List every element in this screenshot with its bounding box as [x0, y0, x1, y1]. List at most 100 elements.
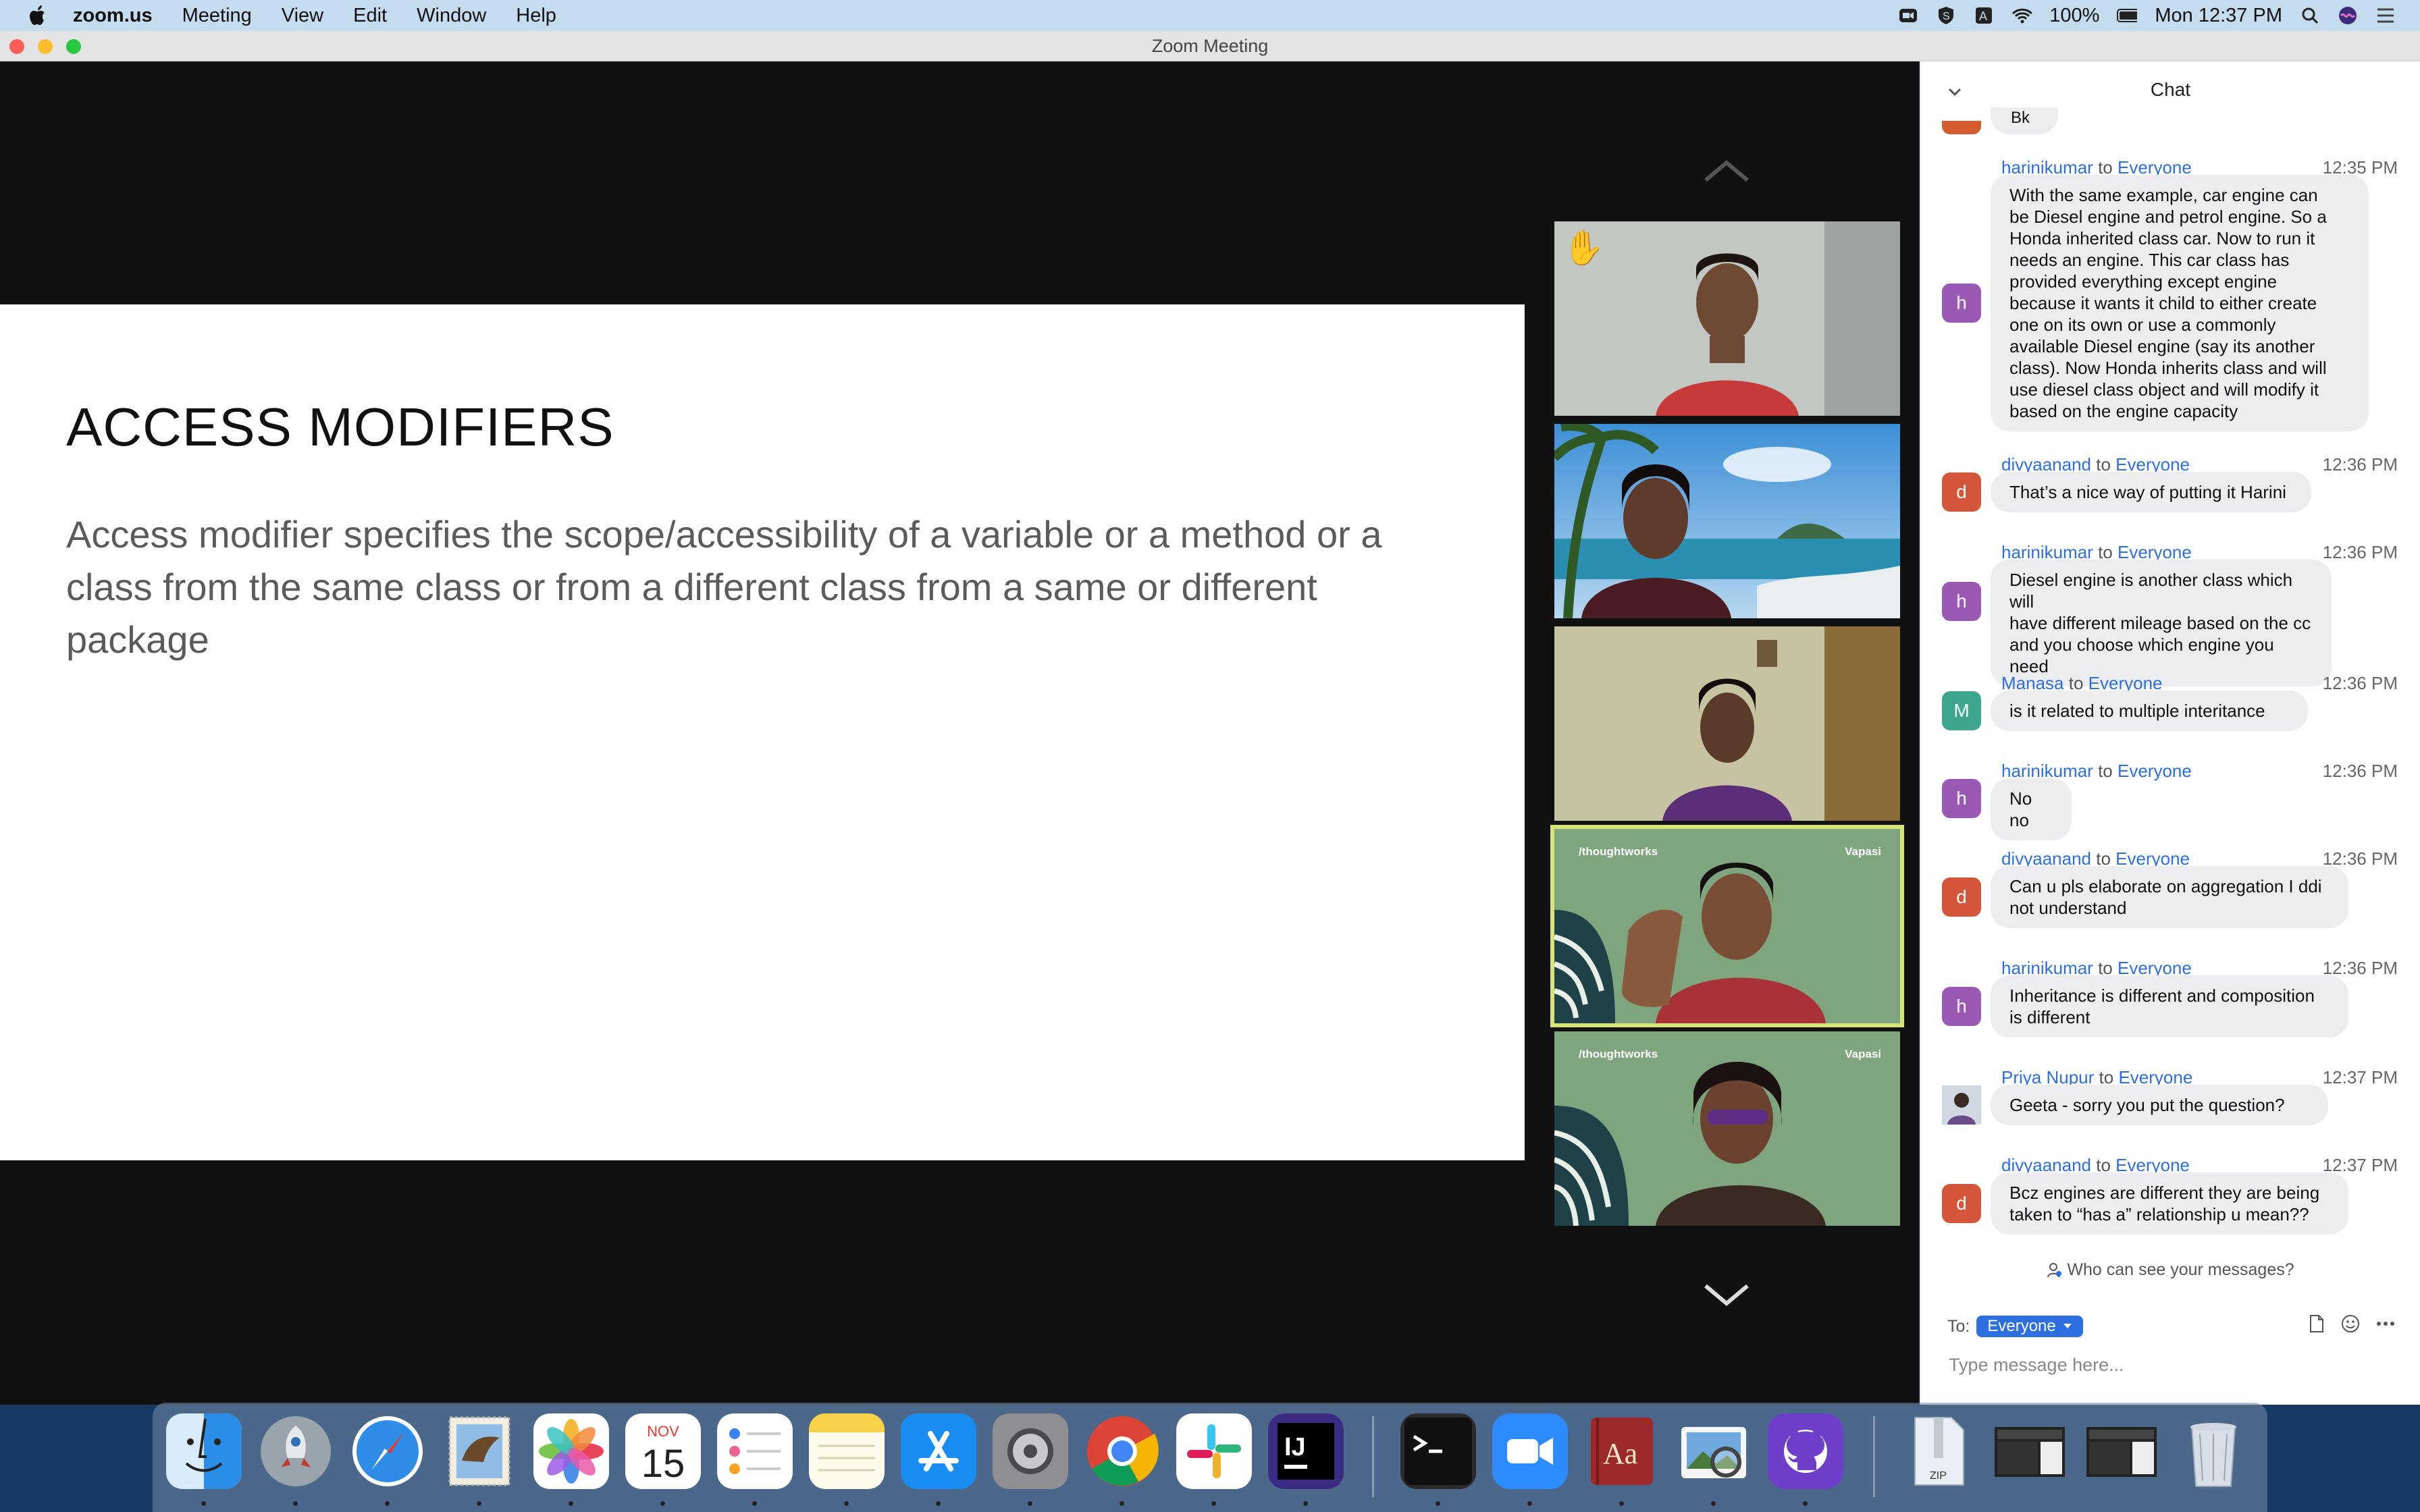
- avatar[interactable]: M: [1942, 691, 1981, 730]
- zoom-icon[interactable]: [1492, 1413, 1568, 1489]
- zoom-window-button[interactable]: [66, 39, 81, 54]
- participant-video: [1554, 626, 1900, 821]
- photos-icon[interactable]: [533, 1413, 609, 1489]
- siri-icon[interactable]: [2338, 5, 2358, 26]
- raised-hand-icon: ✋: [1562, 229, 1605, 267]
- more-options-icon[interactable]: [2376, 1320, 2395, 1327]
- window-title-bar: Zoom Meeting: [0, 31, 2420, 61]
- chat-message-bubble: No no: [1991, 778, 2072, 840]
- avatar[interactable]: d: [1942, 878, 1981, 917]
- chat-message-text-line: No no: [2009, 788, 2032, 830]
- recipient-row: To: Everyone: [1947, 1314, 2083, 1339]
- trash-icon[interactable]: [2176, 1413, 2251, 1489]
- message-timestamp: 12:36 PM: [2322, 673, 2398, 693]
- dictionary-icon[interactable]: Aa: [1584, 1413, 1660, 1489]
- who-can-see-text: Who can see your messages?: [2067, 1260, 2294, 1279]
- app-menu-zoom[interactable]: zoom.us: [73, 5, 153, 27]
- participant-video-tile[interactable]: [1554, 626, 1900, 821]
- chat-panel: Chat Bk harinikumar to Everyone 12:35 PM h…: [1920, 61, 2420, 1405]
- participant-video-tile[interactable]: ✋: [1554, 221, 1900, 416]
- terminal-icon[interactable]: [1400, 1413, 1476, 1489]
- zoom-tray-icon[interactable]: [1898, 5, 1918, 26]
- github-desktop-icon[interactable]: [1768, 1413, 1843, 1489]
- menu-view[interactable]: View: [282, 5, 323, 27]
- wifi-icon[interactable]: [2011, 5, 2032, 26]
- menu-meeting[interactable]: Meeting: [182, 5, 252, 27]
- avatar[interactable]: d: [1942, 1184, 1981, 1223]
- system-preferences-icon[interactable]: [993, 1413, 1068, 1489]
- mail-stamp-icon[interactable]: [442, 1413, 517, 1489]
- notes-icon[interactable]: [809, 1413, 885, 1489]
- finder-icon[interactable]: [166, 1413, 242, 1489]
- notification-center-icon[interactable]: [2375, 5, 2396, 26]
- avatar[interactable]: [1942, 1085, 1981, 1125]
- avatar[interactable]: d: [1942, 473, 1981, 512]
- chat-message-text-line: Geeta - sorry you put the question?: [2009, 1095, 2285, 1115]
- menu-help[interactable]: Help: [516, 5, 556, 27]
- spotlight-search-icon[interactable]: [2300, 5, 2320, 26]
- brand-watermark: Vapasi: [1845, 845, 1881, 858]
- brand-watermark: /thoughtworks: [1579, 845, 1658, 858]
- who-can-see-messages-link[interactable]: Who can see your messages?: [1920, 1260, 2420, 1280]
- running-indicator: [844, 1501, 849, 1506]
- menubar-clock[interactable]: Mon 12:37 PM: [2155, 5, 2282, 27]
- shared-screen-area[interactable]: ACCESS MODIFIERS Access modifier specifi…: [0, 61, 1919, 1405]
- chat-message-bubble: Can u pls elaborate on aggregation I ddi…: [1991, 866, 2348, 928]
- slack-icon[interactable]: [1176, 1413, 1252, 1489]
- chat-message-bubble: is it related to multiple interitance: [1991, 691, 2308, 731]
- calendar-day: 15: [641, 1442, 685, 1486]
- avatar[interactable]: h: [1942, 987, 1981, 1026]
- recipient-name[interactable]: Everyone: [2118, 761, 2192, 781]
- avatar[interactable]: h: [1942, 284, 1981, 323]
- minimize-window-button[interactable]: [38, 39, 53, 54]
- chat-message-text-line: because it wants it child to either crea…: [2009, 293, 2317, 313]
- safari-icon[interactable]: [350, 1413, 425, 1489]
- running-indicator: [660, 1501, 665, 1506]
- chat-message-text-line: taken to “has a” relationship u mean??: [2009, 1204, 2309, 1224]
- reminders-icon[interactable]: [717, 1413, 793, 1489]
- input-source-icon[interactable]: A: [1974, 5, 1994, 26]
- gallery-scroll-up-icon[interactable]: [1703, 157, 1750, 184]
- menu-edit[interactable]: Edit: [353, 5, 387, 27]
- menu-window[interactable]: Window: [417, 5, 486, 27]
- archive-label: ZIP: [1930, 1470, 1947, 1482]
- app-store-icon[interactable]: [901, 1413, 976, 1489]
- chat-title: Chat: [2150, 79, 2191, 100]
- avatar[interactable]: h: [1942, 582, 1981, 621]
- archive-icon[interactable]: ZIP: [1900, 1413, 1976, 1489]
- chat-message-bubble: Geeta - sorry you put the question?: [1991, 1085, 2328, 1125]
- message-timestamp: 12:36 PM: [2322, 542, 2398, 562]
- launchpad-icon[interactable]: [258, 1413, 334, 1489]
- chat-message-text-line: provided everything except engine: [2009, 271, 2278, 292]
- emoji-icon[interactable]: [2341, 1314, 2360, 1333]
- participant-video-tile[interactable]: /thoughtworks Vapasi: [1554, 1031, 1900, 1226]
- active-speaker-video-tile[interactable]: /thoughtworks Vapasi: [1550, 825, 1904, 1027]
- chat-message-text: Bk: [2011, 109, 2030, 127]
- to-label: To:: [1947, 1316, 1970, 1336]
- window-thumbnail-icon[interactable]: [2084, 1413, 2159, 1489]
- shield-s-icon[interactable]: S: [1936, 5, 1956, 26]
- intellij-icon[interactable]: IJ: [1268, 1413, 1344, 1489]
- gallery-scroll-down-icon[interactable]: [1703, 1282, 1750, 1309]
- file-icon[interactable]: [2309, 1314, 2325, 1333]
- message-input[interactable]: [1947, 1349, 2396, 1380]
- avatar[interactable]: h: [1942, 779, 1981, 818]
- chrome-icon[interactable]: [1084, 1413, 1160, 1489]
- chat-message-bubble: That’s a nice way of putting it Harini: [1991, 472, 2311, 512]
- chat-message-text-line: one on its own or use a commonly: [2009, 315, 2276, 335]
- preview-icon[interactable]: [1676, 1413, 1752, 1489]
- slide-body-text: Access modifier specifies the scope/acce…: [66, 513, 1382, 661]
- chat-message-text-line: and you choose which engine you need: [2009, 634, 2274, 676]
- chat-message-text-line: available Diesel engine (say its another: [2009, 336, 2315, 356]
- window-thumbnail-icon[interactable]: [1992, 1413, 2068, 1489]
- calendar-icon[interactable]: NOV 15: [625, 1413, 701, 1489]
- dock-separator: [1873, 1416, 1875, 1497]
- recipient-select[interactable]: Everyone: [1976, 1316, 2083, 1337]
- chat-message-text-line: needs an engine. This car class has: [2009, 250, 2290, 270]
- battery-icon[interactable]: [2117, 5, 2138, 26]
- presentation-slide: ACCESS MODIFIERS Access modifier specifi…: [0, 304, 1525, 1160]
- apple-icon[interactable]: [27, 4, 50, 27]
- chat-message-text-line: be Diesel engine and petrol engine. So a: [2009, 207, 2327, 227]
- participant-video-tile[interactable]: [1554, 424, 1900, 618]
- close-window-button[interactable]: [9, 39, 24, 54]
